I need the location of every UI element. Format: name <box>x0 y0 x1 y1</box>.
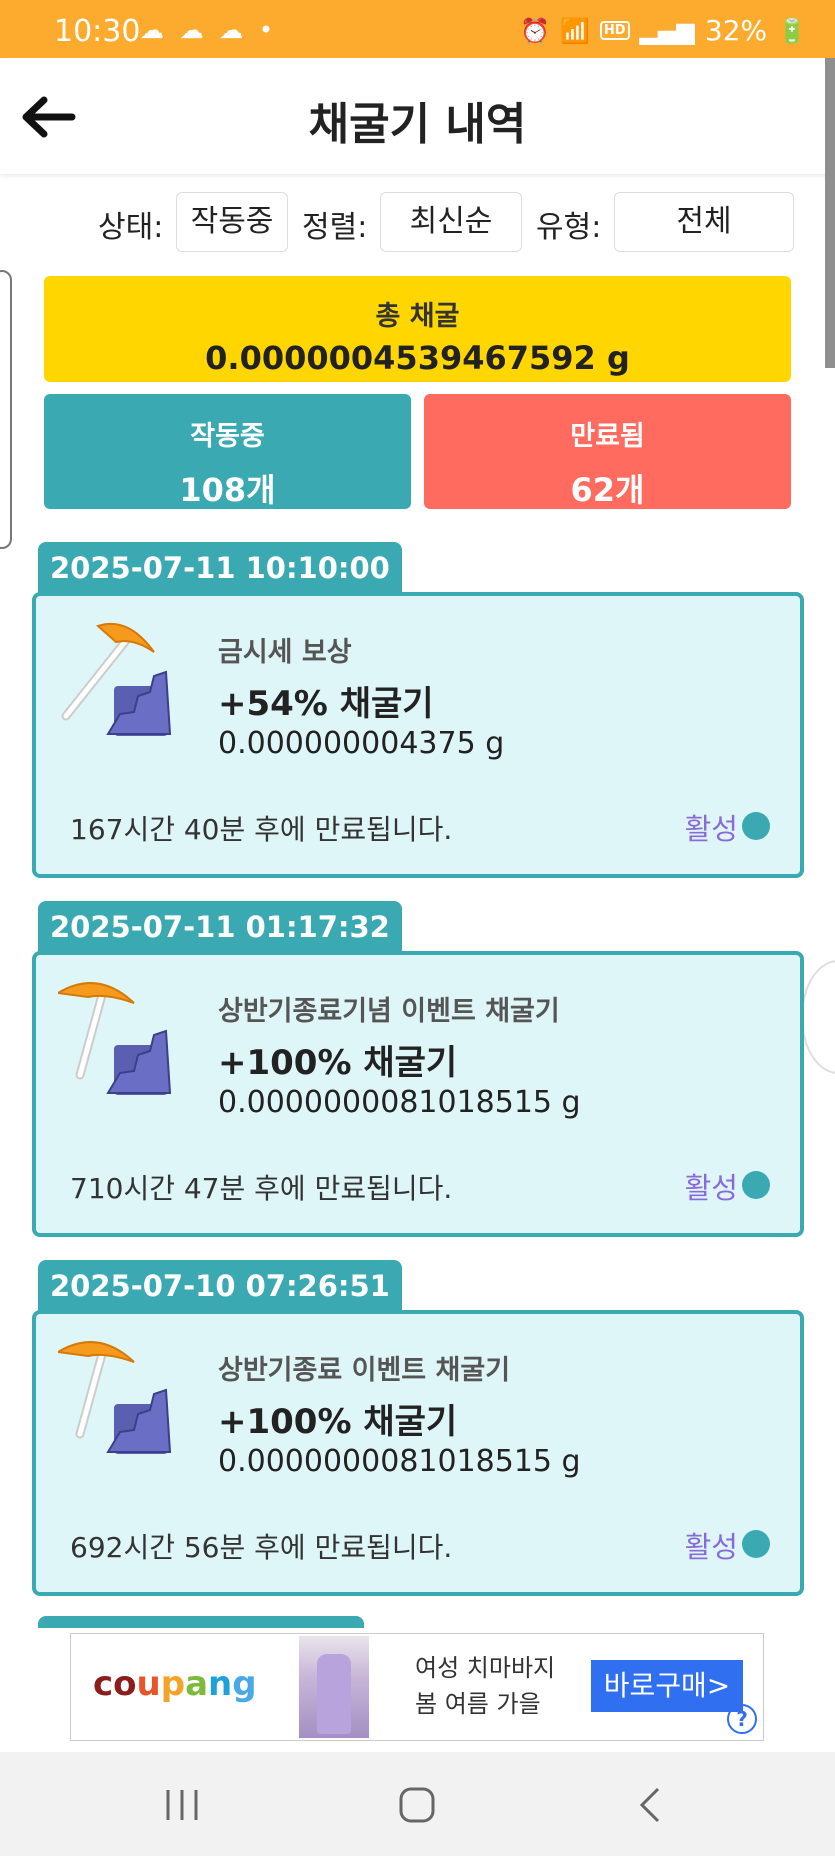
status-time: 10:30 <box>54 14 141 49</box>
ad-help-icon[interactable]: ? <box>727 1704 757 1734</box>
miner-card[interactable]: 상반기종료 이벤트 채굴기 +100% 채굴기 0.00000000810185… <box>32 1310 804 1596</box>
miner-date: 2025-07-11 10:10:00 <box>38 542 402 594</box>
ad-product-image[interactable] <box>299 1636 369 1738</box>
status-filter-select[interactable]: 작동중 <box>176 192 288 252</box>
miner-status: 활성 <box>684 1530 738 1564</box>
status-filter-label: 상태: <box>98 210 164 245</box>
expired-count-value: 62개 <box>570 471 645 509</box>
battery-level: 32% <box>704 14 768 47</box>
recent-apps-icon[interactable] <box>164 1788 200 1822</box>
miner-boost: +100% 채굴기 <box>218 1043 458 1083</box>
next-miner-peek <box>38 1616 364 1628</box>
status-bar: 10:30 ☁ ☁ ☁ • ⏰ 📶 HD ▂▄▆ 32% 🔋 <box>0 0 835 58</box>
pickaxe-ore-icon <box>58 982 172 1095</box>
active-count-value: 108개 <box>179 471 276 509</box>
miner-expire: 692시간 56분 후에 만료됩니다. <box>70 1531 453 1564</box>
total-mined-label: 총 채굴 <box>375 301 460 332</box>
signal-icon: ▂▄▆ <box>639 16 695 45</box>
total-mined-value: 0.0000004539467592 g <box>205 339 630 377</box>
miner-card[interactable]: 상반기종료기념 이벤트 채굴기 +100% 채굴기 0.000000008101… <box>32 951 804 1237</box>
total-mined-panel: 총 채굴 0.0000004539467592 g <box>44 276 791 382</box>
expired-count-label: 만료됨 <box>570 421 645 452</box>
miner-amount: 0.0000000081018515 g <box>218 1444 581 1479</box>
status-right: ⏰ 📶 HD ▂▄▆ 32% 🔋 <box>520 14 807 47</box>
back-nav-icon[interactable] <box>636 1786 662 1824</box>
edge-panel-handle-right[interactable] <box>801 960 835 1074</box>
ad-line1: 여성 치마바지 <box>415 1654 556 1682</box>
expired-count-panel[interactable]: 만료됨 62개 <box>424 394 791 509</box>
miner-boost: +54% 채굴기 <box>218 684 434 724</box>
sort-filter-label: 정렬: <box>302 210 368 245</box>
ad-line2: 봄 여름 가을 <box>415 1690 541 1718</box>
miner-title: 상반기종료 이벤트 채굴기 <box>218 1355 511 1386</box>
page-title: 채굴기 내역 <box>308 99 527 150</box>
edge-panel-handle-left[interactable] <box>0 270 12 549</box>
notification-icons: ☁ ☁ ☁ • <box>140 16 278 44</box>
miner-amount: 0.0000000081018515 g <box>218 1085 581 1120</box>
miner-amount: 0.000000004375 g <box>218 726 505 761</box>
alarm-icon: ⏰ <box>520 16 550 45</box>
active-dot-icon <box>742 812 770 840</box>
type-filter-select[interactable]: 전체 <box>614 192 794 252</box>
miner-card[interactable]: 금시세 보상 +54% 채굴기 0.000000004375 g 167시간 4… <box>32 592 804 878</box>
active-dot-icon <box>742 1171 770 1199</box>
filter-bar: 상태: 작동중 정렬: 최신순 유형: 전체 <box>0 190 835 256</box>
miner-boost: +100% 채굴기 <box>218 1402 458 1442</box>
miner-date: 2025-07-10 07:26:51 <box>38 1260 402 1312</box>
ad-text: 여성 치마바지 봄 여름 가을 <box>415 1650 555 1722</box>
battery-icon: 🔋 <box>777 16 807 45</box>
miner-date: 2025-07-11 01:17:32 <box>38 901 402 953</box>
miner-status: 활성 <box>684 1171 738 1205</box>
ad-banner[interactable]: coupang 여성 치마바지 봄 여름 가을 바로구매> ? <box>70 1633 764 1741</box>
ad-buy-button[interactable]: 바로구매> <box>591 1660 743 1712</box>
miner-expire: 710시간 47분 후에 만료됩니다. <box>70 1172 453 1205</box>
hd-voice-icon: HD <box>599 21 630 40</box>
home-icon[interactable] <box>398 1786 436 1824</box>
miner-title: 금시세 보상 <box>218 637 352 668</box>
miner-expire: 167시간 40분 후에 만료됩니다. <box>70 813 453 846</box>
pickaxe-ore-icon <box>61 622 172 736</box>
active-dot-icon <box>742 1530 770 1558</box>
wifi-icon: 📶 <box>559 16 590 45</box>
coupang-logo: coupang <box>93 1664 257 1704</box>
miner-status: 활성 <box>684 812 738 846</box>
active-count-panel[interactable]: 작동중 108개 <box>44 394 411 509</box>
miner-title: 상반기종료기념 이벤트 채굴기 <box>218 996 560 1027</box>
active-count-label: 작동중 <box>190 421 265 452</box>
system-nav-bar <box>0 1752 835 1856</box>
sort-filter-select[interactable]: 최신순 <box>380 192 522 252</box>
type-filter-label: 유형: <box>536 210 602 245</box>
pickaxe-ore-icon <box>58 1341 172 1454</box>
app-header: 채굴기 내역 <box>0 58 835 174</box>
